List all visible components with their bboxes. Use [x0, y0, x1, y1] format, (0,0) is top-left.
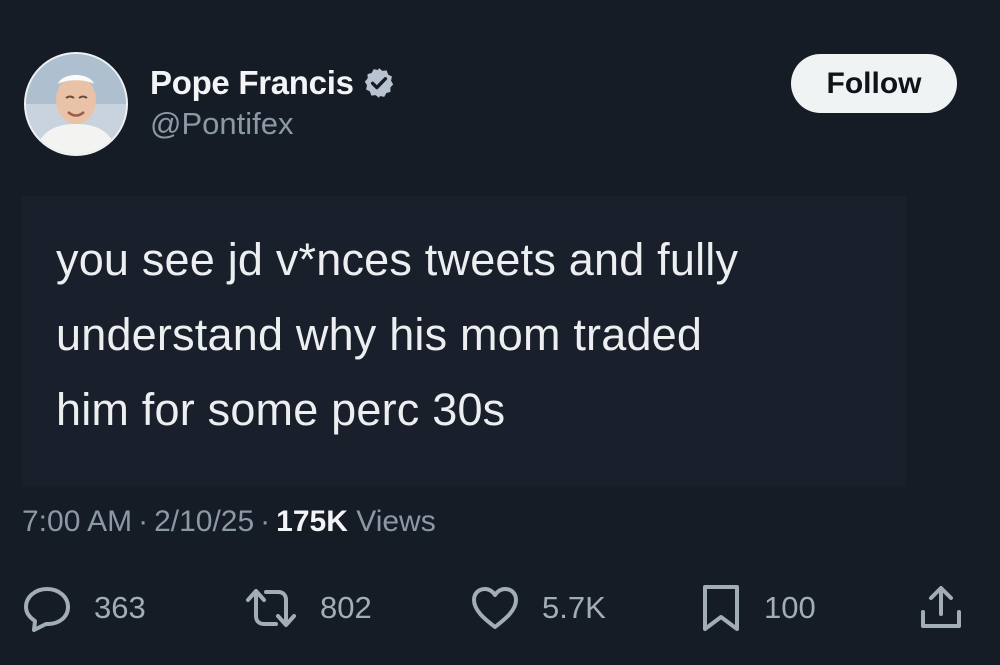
reply-button[interactable]: 363: [22, 580, 146, 636]
name-row: Pope Francis: [150, 62, 396, 104]
meta-separator: ·: [138, 505, 149, 538]
verified-badge-icon: [362, 66, 396, 100]
views-label: Views: [356, 505, 436, 538]
bookmark-count: 100: [764, 590, 816, 625]
share-icon: [917, 584, 965, 632]
heart-icon: [470, 585, 520, 631]
avatar[interactable]: [24, 52, 128, 156]
reply-count: 363: [94, 590, 146, 625]
bookmark-button[interactable]: 100: [700, 580, 816, 636]
tweet-card: Pope Francis @Pontifex Follow you see jd…: [0, 0, 1000, 665]
bookmark-icon: [700, 583, 742, 633]
views-count: 175K: [276, 505, 348, 538]
avatar-photo-image: [26, 54, 126, 154]
retweet-button[interactable]: 802: [244, 580, 372, 636]
action-bar: 363 802 5.7K 100: [0, 580, 1000, 640]
retweet-count: 802: [320, 590, 372, 625]
reply-bubble-icon: [22, 584, 72, 632]
tweet-date[interactable]: 2/10/25: [154, 505, 254, 538]
follow-button[interactable]: Follow: [791, 54, 957, 113]
tweet-text-line: him for some perc 30s: [56, 384, 506, 435]
like-count: 5.7K: [542, 590, 606, 625]
like-button[interactable]: 5.7K: [470, 580, 606, 636]
display-name[interactable]: Pope Francis: [150, 64, 354, 102]
share-button[interactable]: [917, 580, 965, 636]
user-handle[interactable]: @Pontifex: [150, 106, 293, 142]
tweet-text-line: you see jd v*nces tweets and fully: [56, 234, 739, 285]
tweet-text-line: understand why his mom traded: [56, 309, 703, 360]
tweet-meta: 7:00 AM · 2/10/25 · 175K Views: [22, 505, 436, 539]
meta-separator: ·: [260, 505, 271, 538]
retweet-icon: [244, 586, 298, 630]
tweet-time[interactable]: 7:00 AM: [22, 505, 132, 538]
tweet-text: you see jd v*nces tweets and fully under…: [56, 222, 906, 447]
